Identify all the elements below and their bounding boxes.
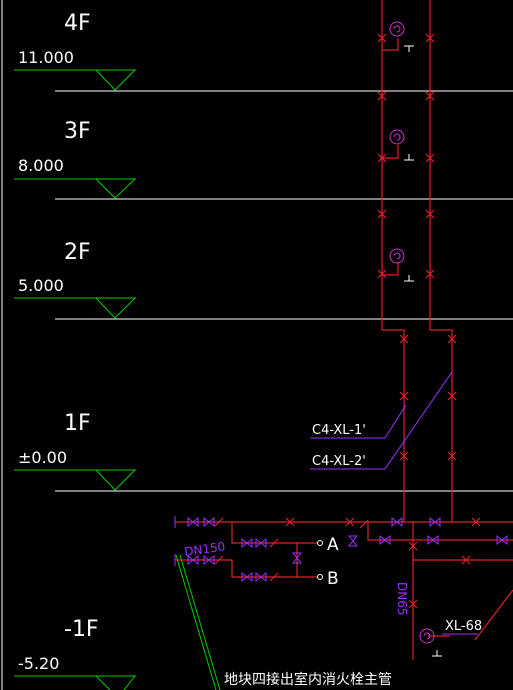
floor-name-1f: 1F: [64, 411, 91, 436]
elevation-symbol-2f: [14, 297, 136, 319]
basement-valves: [187, 516, 508, 583]
elevation-b1f: -5.20: [18, 654, 59, 673]
xl68-label: XL-68: [445, 619, 482, 634]
elevation-4f: 11.000: [18, 48, 74, 67]
riser-2-offset: [430, 329, 453, 522]
note-leader: [175, 554, 221, 690]
elevation-2f: 5.000: [18, 276, 64, 295]
point-a-label: A: [327, 535, 339, 555]
floor-name-b1f: -1F: [64, 617, 99, 642]
point-b-marker: [317, 574, 323, 580]
hydrant-b1f: [419, 628, 442, 657]
floor-name-3f: 3F: [64, 119, 91, 144]
fire-hydrant-system-diagram: 4F 11.000 3F 8.000 2F 5.000 1F ±0.00 -1F…: [1, 0, 513, 690]
floor-name-2f: 2F: [64, 240, 91, 265]
hydrant-branch-2f: [382, 262, 399, 276]
elevation-symbol-3f: [14, 178, 136, 199]
elevation-symbol-4f: [14, 69, 136, 91]
point-a-marker: [317, 540, 323, 546]
hydrant-3f: [389, 129, 414, 161]
riser-label-2: C4-XL-2': [312, 454, 366, 469]
hydrant-symbols: [389, 21, 414, 282]
note-text: 地块四接出室内消火栓主管: [224, 671, 392, 688]
riser-label-1: C4-XL-1': [312, 423, 366, 438]
floor-name-4f: 4F: [64, 11, 91, 36]
floor-lines: [55, 90, 513, 492]
connection-points: [317, 540, 323, 580]
elevation-1f: ±0.00: [18, 448, 67, 467]
branch-b-pipe: [231, 560, 318, 578]
elevation-3f: 8.000: [18, 156, 64, 175]
branch-a-pipe: [231, 522, 318, 544]
basement-fittings: [214, 517, 481, 609]
basement-main-pipes: [175, 521, 513, 660]
hydrant-2f: [389, 248, 414, 282]
elevation-symbol-b1f: [14, 675, 136, 690]
hydrant-4f: [389, 21, 414, 52]
elevation-symbol-1f: [14, 469, 136, 491]
riser-valve-marks: [377, 33, 457, 461]
dn150-label: DN150: [183, 539, 226, 559]
point-b-label: B: [327, 569, 339, 589]
dn65-label: DN65: [395, 582, 409, 616]
